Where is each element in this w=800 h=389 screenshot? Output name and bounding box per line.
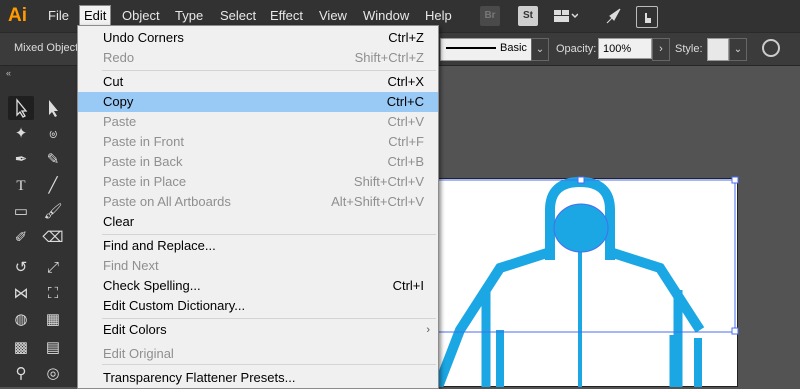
stock-icon[interactable]: St xyxy=(518,6,538,26)
send-rocket-icon[interactable] xyxy=(604,6,624,26)
stroke-profile-preview xyxy=(446,47,496,49)
menu-item-copy[interactable]: Copy Ctrl+C xyxy=(78,92,438,112)
chevron-down-icon[interactable]: ⌄ xyxy=(531,38,549,61)
shape-builder-tool-icon[interactable]: ◍ xyxy=(8,308,34,332)
selection-tool-icon[interactable] xyxy=(8,96,34,120)
menu-separator xyxy=(102,318,436,319)
type-tool-icon[interactable]: T xyxy=(8,174,34,198)
menu-item-edit-original[interactable]: Edit Original xyxy=(78,344,438,364)
menu-object[interactable]: Object xyxy=(118,6,164,26)
free-transform-tool-icon[interactable]: ⛶ xyxy=(40,282,66,306)
rotate-tool-icon[interactable]: ↺ xyxy=(8,256,34,280)
menu-item-paste-on-all-artboards[interactable]: Paste on All Artboards Alt+Shift+Ctrl+V xyxy=(78,192,438,212)
mesh-tool-icon[interactable]: ▩ xyxy=(8,336,34,360)
menu-window[interactable]: Window xyxy=(359,6,413,26)
menu-item-edit-custom-dictionary[interactable]: Edit Custom Dictionary... xyxy=(78,296,438,316)
menu-item-edit-colors[interactable]: Edit Colors › xyxy=(78,320,438,340)
pen-tool-icon[interactable]: ✒ xyxy=(8,148,34,172)
menu-item-transparency-flattener-presets[interactable]: Transparency Flattener Presets... xyxy=(78,368,438,388)
tools-panel-header[interactable]: « xyxy=(0,66,78,80)
eyedropper-tool-icon[interactable]: ⚲ xyxy=(8,362,34,386)
illustrator-logo: Ai xyxy=(8,5,27,26)
width-tool-icon[interactable]: ⋈ xyxy=(8,282,34,306)
menu-item-find-and-replace[interactable]: Find and Replace... xyxy=(78,236,438,256)
menu-item-paste-in-place[interactable]: Paste in Place Shift+Ctrl+V xyxy=(78,172,438,192)
graphic-style-swatch[interactable] xyxy=(707,38,729,61)
style-label: Style: xyxy=(675,43,703,55)
menu-file[interactable]: File xyxy=(44,6,73,26)
menu-item-find-next[interactable]: Find Next xyxy=(78,256,438,276)
curvature-tool-icon[interactable]: ✎ xyxy=(40,148,66,172)
magic-wand-tool-icon[interactable]: ✦ xyxy=(8,122,34,146)
line-tool-icon[interactable]: ╱ xyxy=(40,174,66,198)
chevron-down-icon[interactable]: ⌄ xyxy=(729,38,747,61)
touch-workspace-icon[interactable] xyxy=(636,6,658,28)
menu-item-paste-in-front[interactable]: Paste in Front Ctrl+F xyxy=(78,132,438,152)
paintbrush-tool-icon[interactable]: 🖌 xyxy=(40,200,66,224)
menu-item-undo-corners[interactable]: Undo Corners Ctrl+Z xyxy=(78,28,438,48)
opacity-label: Opacity: xyxy=(556,43,597,55)
shaper-tool-icon[interactable]: ✐ xyxy=(8,226,34,250)
opacity-input[interactable]: 100% xyxy=(598,38,652,59)
menu-item-paste-in-back[interactable]: Paste in Back Ctrl+B xyxy=(78,152,438,172)
blend-tool-icon[interactable]: ◎ xyxy=(40,362,66,386)
scale-tool-icon[interactable]: ⤢ xyxy=(40,256,66,280)
menu-effect[interactable]: Effect xyxy=(266,6,307,26)
menu-item-redo[interactable]: Redo Shift+Ctrl+Z xyxy=(78,48,438,68)
stroke-profile-label: Basic xyxy=(500,42,527,54)
hoodie-artwork[interactable] xyxy=(438,170,758,387)
menu-separator xyxy=(102,70,436,71)
menu-help[interactable]: Help xyxy=(421,6,456,26)
direct-selection-tool-icon[interactable] xyxy=(40,96,66,120)
recolor-artwork-icon[interactable] xyxy=(762,39,780,57)
workspace-layout-icon[interactable] xyxy=(552,6,579,26)
edit-menu: Undo Corners Ctrl+Z Redo Shift+Ctrl+Z Cut C… xyxy=(77,25,439,389)
menu-select[interactable]: Select xyxy=(216,6,260,26)
lasso-tool-icon[interactable]: ၑ xyxy=(40,122,66,146)
menu-item-paste[interactable]: Paste Ctrl+V xyxy=(78,112,438,132)
submenu-arrow-icon: › xyxy=(426,324,430,336)
tools-panel: ✦ ၑ ✒ ✎ T ╱ ▭ 🖌 ✐ ⌫ ↺ ⤢ ⋈ ⛶ ◍ ▦ ▩ ▤ ⚲ ◎ xyxy=(0,80,79,387)
menu-type[interactable]: Type xyxy=(171,6,207,26)
rectangle-tool-icon[interactable]: ▭ xyxy=(8,200,34,224)
menu-item-clear[interactable]: Clear xyxy=(78,212,438,232)
menu-edit[interactable]: Edit xyxy=(79,5,112,27)
gradient-tool-icon[interactable]: ▤ xyxy=(40,336,66,360)
menu-separator xyxy=(102,364,436,365)
menu-separator xyxy=(102,234,436,235)
chevron-right-icon[interactable]: › xyxy=(652,38,670,61)
menu-view[interactable]: View xyxy=(315,6,351,26)
menu-item-cut[interactable]: Cut Ctrl+X xyxy=(78,72,438,92)
menu-item-check-spelling[interactable]: Check Spelling... Ctrl+I xyxy=(78,276,438,296)
bridge-icon[interactable]: Br xyxy=(480,6,500,26)
perspective-grid-tool-icon[interactable]: ▦ xyxy=(40,308,66,332)
eraser-tool-icon[interactable]: ⌫ xyxy=(40,226,66,250)
selection-type-label: Mixed Objects xyxy=(14,42,84,54)
